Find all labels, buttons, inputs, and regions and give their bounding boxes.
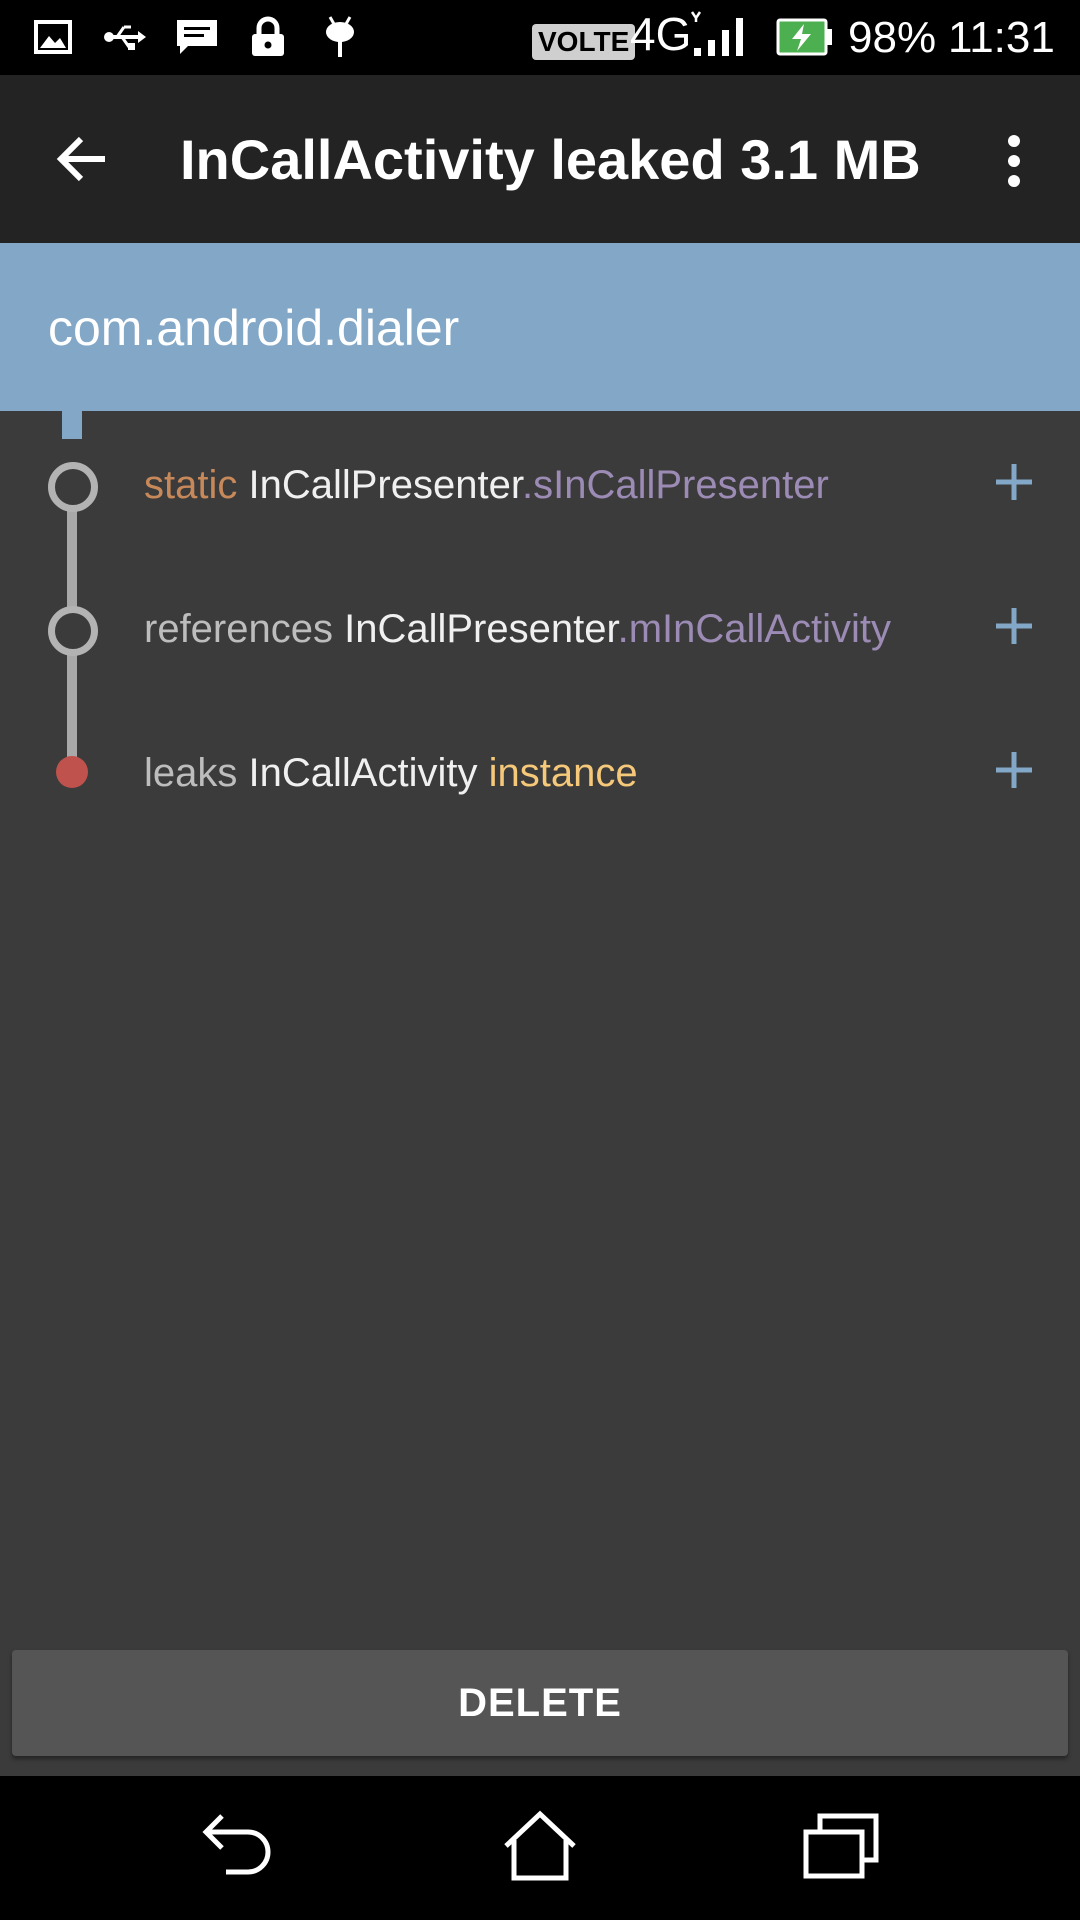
arrow-left-icon: [55, 135, 109, 188]
trace-prefix: leaks: [144, 751, 238, 795]
page-title: InCallActivity leaked 3.1 MB: [180, 128, 921, 191]
nav-back-icon: [198, 1810, 278, 1885]
expand-button[interactable]: [990, 604, 1038, 652]
navigation-bar: [0, 1776, 1080, 1920]
trace-member: instance: [488, 751, 638, 795]
volte-label: VOLTE: [538, 26, 630, 57]
trace-row[interactable]: static InCallPresenter.sInCallPresenter: [144, 460, 829, 510]
trace-class: InCallPresenter: [344, 607, 618, 651]
plus-icon: [994, 462, 1034, 507]
nav-recents-button[interactable]: [790, 1802, 890, 1892]
expand-button[interactable]: [990, 748, 1038, 796]
trace-separator: .: [617, 607, 629, 651]
delete-label: DELETE: [458, 1680, 622, 1725]
usb-icon: [104, 14, 146, 60]
nav-back-button[interactable]: [188, 1802, 288, 1892]
status-bar: VOLTE 4G 98% 11:31: [0, 0, 1080, 75]
trace-node: [48, 606, 98, 656]
gallery-icon: [34, 14, 72, 60]
back-button[interactable]: [46, 125, 118, 197]
nav-home-icon: [500, 1808, 580, 1887]
trace-member: sInCallPresenter: [533, 463, 829, 507]
signal-icon: [684, 11, 750, 58]
plus-icon: [994, 750, 1034, 795]
delete-button[interactable]: DELETE: [12, 1650, 1068, 1756]
message-icon: [174, 14, 220, 60]
leak-trace: static InCallPresenter.sInCallPresenter …: [0, 411, 1080, 871]
battery-percent: 98%: [848, 13, 937, 62]
network-type: 4G: [630, 8, 692, 60]
trace-connector-top: [62, 411, 82, 439]
trace-prefix: references: [144, 607, 333, 651]
app-bar: InCallActivity leaked 3.1 MB: [0, 75, 1080, 243]
trace-prefix: static: [144, 463, 238, 507]
trace-member: mInCallActivity: [628, 607, 891, 651]
package-header: com.android.dialer: [0, 243, 1080, 411]
connector-notch-left: [0, 411, 62, 439]
trace-row[interactable]: references InCallPresenter.mInCallActivi…: [144, 604, 891, 654]
debug-icon: [322, 14, 358, 60]
trace-separator: .: [521, 463, 534, 507]
nav-home-button[interactable]: [490, 1802, 590, 1892]
nav-recents-icon: [800, 1810, 880, 1885]
overflow-menu-button[interactable]: [990, 127, 1038, 199]
screen: VOLTE 4G 98% 11:31 InCallActivity leaked…: [0, 0, 1080, 1920]
package-name: com.android.dialer: [48, 300, 460, 356]
expand-button[interactable]: [990, 460, 1038, 508]
trace-class: InCallPresenter: [248, 463, 522, 507]
leak-dot: [56, 756, 88, 788]
plus-icon: [994, 606, 1034, 651]
battery-charging-icon: [776, 14, 834, 60]
trace-class: InCallActivity: [248, 751, 478, 795]
trace-node: [48, 462, 98, 512]
connector-notch-right: [82, 411, 122, 439]
volte-badge: VOLTE: [532, 24, 636, 60]
clock: 11:31: [948, 13, 1055, 62]
trace-row[interactable]: leaks InCallActivity instance: [144, 748, 638, 798]
more-vert-icon: [1006, 134, 1022, 192]
lock-icon: [250, 14, 286, 60]
